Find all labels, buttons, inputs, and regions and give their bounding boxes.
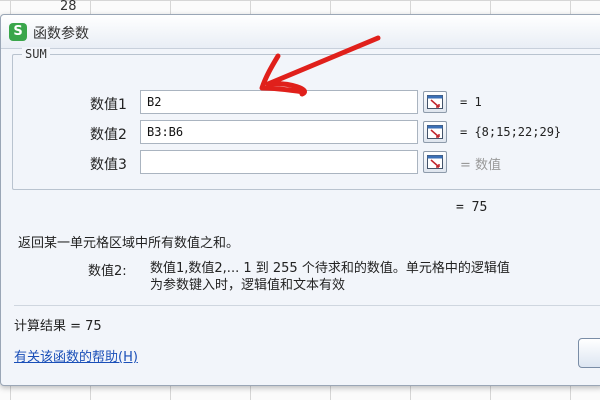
argument-result: = 1 [460,95,482,109]
argument-result: = {8;15;22;29} [460,125,562,139]
range-select-icon [427,95,443,109]
collapse-dialog-button[interactable] [423,121,447,143]
argument-input-1[interactable] [140,90,418,114]
argument-label: 数值1 [90,97,127,113]
sheet-cell-value: 28 [60,0,90,15]
function-name-legend: SUM [22,47,50,61]
divider [14,305,600,306]
argument-result-placeholder: = 数值 [460,158,502,173]
range-select-icon [427,125,443,139]
ok-button[interactable] [578,338,600,368]
range-select-icon [427,155,443,169]
dialog-title: 函数参数 [33,26,89,42]
wps-app-icon: S [9,23,27,41]
argument-row-2: 数值2 = {8;15;22;29} [0,120,600,146]
parameter-label: 数值2: [88,264,127,279]
collapse-dialog-button[interactable] [423,91,447,113]
argument-input-2[interactable] [140,120,418,144]
argument-input-3[interactable] [140,150,418,174]
calculation-result: 计算结果 = 75 [14,319,102,334]
function-help-link[interactable]: 有关该函数的帮助(H) [14,346,138,365]
dialog-titlebar[interactable]: S 函数参数 [1,15,600,49]
argument-row-3: 数值3 = 数值 [0,150,600,176]
parameter-description: 数值1,数值2,... 1 到 255 个待求和的数值。单元格中的逻辑值 为参数… [150,261,510,293]
function-description: 返回某一单元格区域中所有数值之和。 [18,236,240,251]
collapse-dialog-button[interactable] [423,151,447,173]
argument-row-1: 数值1 = 1 [0,90,600,116]
function-result: = 75 [456,200,488,215]
argument-label: 数值3 [90,157,127,173]
argument-label: 数值2 [90,127,127,143]
